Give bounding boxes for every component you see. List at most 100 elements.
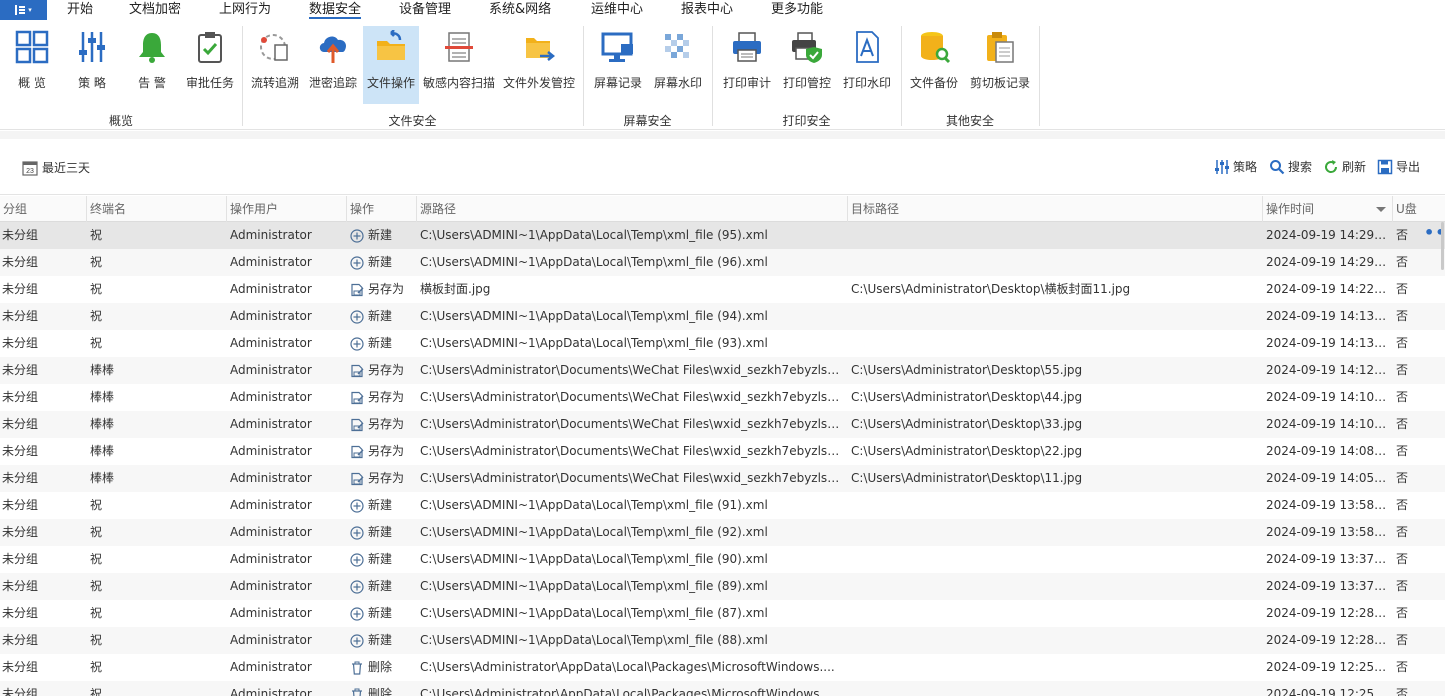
cell-time: 2024-09-19 12:28:50: [1266, 633, 1390, 647]
table-row[interactable]: 未分组 祝 Administrator C:\Users\ADMINI~1\AppDa…: [0, 600, 1445, 627]
cell-user: Administrator: [230, 660, 312, 674]
cell-source-path: C:\Users\ADMINI~1\AppData\Local\Temp\xml…: [420, 606, 768, 620]
table-row[interactable]: 未分组 祝 Administrator C:\Users\ADMINI~1\AppDa…: [0, 222, 1445, 249]
cell-group: 未分组: [2, 471, 39, 485]
cell-operation: 另存为: [350, 276, 414, 303]
column-header-target-path[interactable]: 目标路径: [847, 196, 1262, 222]
sliders-icon: [1215, 159, 1229, 174]
leak-track-button[interactable]: 泄密追踪: [306, 26, 360, 104]
approval-task-button[interactable]: 审批任务: [182, 26, 238, 104]
menu-web-behavior[interactable]: 上网行为: [219, 0, 271, 20]
operation-label: 新建: [368, 498, 393, 512]
cell-user: Administrator: [230, 309, 312, 323]
cell-usb: 否: [1396, 309, 1409, 323]
cell-usb: 否: [1396, 606, 1409, 620]
column-header-time[interactable]: 操作时间: [1262, 196, 1392, 222]
cell-group: 未分组: [2, 282, 39, 296]
date-filter-button[interactable]: 23 最近三天: [22, 159, 90, 176]
operation-label: 新建: [368, 255, 393, 269]
print-audit-button[interactable]: 打印审计: [719, 26, 775, 104]
table-row[interactable]: 未分组 祝 Administrator C:\Users\ADMINI~1\AppDa…: [0, 573, 1445, 600]
menu-system-network[interactable]: 系统&网络: [489, 0, 551, 20]
table-row[interactable]: 未分组 祝 Administrator C:\Users\ADMINI~1\AppDa…: [0, 249, 1445, 276]
column-header-user[interactable]: 操作用户: [226, 196, 346, 222]
trace-button-label: 流转追溯: [250, 76, 299, 90]
table-row[interactable]: 未分组 祝 Administrator C:\Users\ADMINI~1\AppDa…: [0, 330, 1445, 357]
cell-terminal: 祝: [90, 660, 103, 674]
screen-record-button[interactable]: 屏幕记录: [590, 26, 646, 104]
cell-target-path: [851, 546, 1259, 573]
cell-time: 2024-09-19 14:12:01: [1266, 363, 1390, 377]
table-row[interactable]: 未分组 棒棒 Administrator C:\Users\Administrator…: [0, 357, 1445, 384]
table-row[interactable]: 未分组 祝 Administrator C:\Users\ADMINI~1\AppDa…: [0, 492, 1445, 519]
column-header-operation[interactable]: 操作: [346, 196, 416, 222]
cell-target-path: [851, 492, 1259, 519]
table-row[interactable]: 未分组 棒棒 Administrator C:\Users\Administrator…: [0, 465, 1445, 492]
menu-data-security[interactable]: 数据安全: [309, 0, 362, 20]
cell-user: Administrator: [230, 498, 312, 512]
print-watermark-button[interactable]: 打印水印: [839, 26, 895, 104]
table-row[interactable]: 未分组 祝 Administrator C:\Users\Administrator\…: [0, 681, 1445, 696]
operation-label: 另存为: [368, 417, 405, 431]
plus-circle-icon: [350, 633, 364, 648]
clipboard-record-button[interactable]: 剪切板记录: [966, 26, 1034, 104]
plus-circle-icon: [350, 606, 364, 621]
menu-doc-encrypt[interactable]: 文档加密: [129, 0, 181, 20]
file-operation-button[interactable]: 文件操作: [363, 26, 419, 104]
app-menu-button[interactable]: ▾: [0, 0, 47, 20]
refresh-button[interactable]: 刷新: [1323, 158, 1366, 175]
menu-ops-center[interactable]: 运维中心: [591, 0, 643, 20]
table-row[interactable]: 未分组 祝 Administrator C:\Users\ADMINI~1\AppDa…: [0, 519, 1445, 546]
table-row[interactable]: 未分组 棒棒 Administrator C:\Users\Administrator…: [0, 384, 1445, 411]
cell-operation: 新建: [350, 330, 414, 357]
trace-button[interactable]: 流转追溯: [248, 26, 302, 104]
table-row[interactable]: 未分组 祝 Administrator 横板封面.jpg C:\Users\Admini…: [0, 276, 1445, 303]
table-row[interactable]: 未分组 祝 Administrator C:\Users\ADMINI~1\AppDa…: [0, 303, 1445, 330]
column-header-terminal[interactable]: 终端名: [86, 196, 226, 222]
cell-terminal: 祝: [90, 552, 103, 566]
toolbar: 23 最近三天 策略 搜索 刷新 导出: [0, 139, 1445, 195]
screen-watermark-button[interactable]: 屏幕水印: [650, 26, 706, 104]
table-row[interactable]: 未分组 祝 Administrator C:\Users\ADMINI~1\AppDa…: [0, 546, 1445, 573]
policy-action-button[interactable]: 策略: [1214, 158, 1257, 175]
cell-target-path: C:\Users\Administrator\Desktop\44.jpg: [851, 390, 1083, 404]
checker-icon: [665, 34, 689, 58]
menu-report-center[interactable]: 报表中心: [681, 0, 733, 20]
cell-group: 未分组: [2, 525, 39, 539]
printer-shield-icon: [792, 32, 822, 63]
policy-button[interactable]: 策 略: [68, 26, 116, 104]
ribbon: 概 览 策 略 告 警 审批任务 概览 流转追溯 泄密追踪 文件操作 敏感内容扫…: [0, 20, 1445, 130]
column-header-usb[interactable]: U盘: [1392, 196, 1445, 222]
search-label: 搜索: [1288, 160, 1313, 174]
menu-home[interactable]: 开始: [67, 0, 93, 20]
cell-user: Administrator: [230, 525, 312, 539]
plus-circle-icon: [350, 525, 364, 540]
cell-source-path: C:\Users\Administrator\AppData\Local\Pac…: [420, 687, 835, 696]
cell-source-path: C:\Users\ADMINI~1\AppData\Local\Temp\xml…: [420, 498, 768, 512]
table-row[interactable]: 未分组 祝 Administrator C:\Users\ADMINI~1\AppDa…: [0, 627, 1445, 654]
cell-usb: 否: [1396, 363, 1409, 377]
vertical-scrollbar[interactable]: [1441, 222, 1444, 270]
menu-more[interactable]: 更多功能: [771, 0, 823, 20]
search-button[interactable]: 搜索: [1269, 158, 1312, 175]
file-outbound-control-button[interactable]: 文件外发管控: [501, 26, 577, 104]
table-header: 分组 终端名 操作用户 操作 源路径 目标路径 操作时间 U盘: [0, 196, 1445, 222]
table-row[interactable]: 未分组 棒棒 Administrator C:\Users\Administrator…: [0, 411, 1445, 438]
export-button[interactable]: 导出: [1377, 158, 1420, 175]
cell-group: 未分组: [2, 498, 39, 512]
overview-button[interactable]: 概 览: [8, 26, 56, 104]
print-control-button[interactable]: 打印管控: [779, 26, 835, 104]
cell-time: 2024-09-19 14:10:09: [1266, 417, 1390, 431]
file-operation-button-label: 文件操作: [366, 76, 415, 90]
column-header-group[interactable]: 分组: [0, 196, 86, 222]
sensitive-scan-button[interactable]: 敏感内容扫描: [421, 26, 497, 104]
menu-device-manage[interactable]: 设备管理: [399, 0, 451, 20]
cell-source-path: C:\Users\ADMINI~1\AppData\Local\Temp\xml…: [420, 255, 768, 269]
file-backup-button[interactable]: 文件备份: [906, 26, 962, 104]
table-row[interactable]: 未分组 祝 Administrator C:\Users\Administrator\…: [0, 654, 1445, 681]
table-row[interactable]: 未分组 棒棒 Administrator C:\Users\Administrator…: [0, 438, 1445, 465]
cell-terminal: 棒棒: [90, 390, 115, 404]
cell-usb: 否: [1396, 417, 1409, 431]
alert-button[interactable]: 告 警: [128, 26, 176, 104]
column-header-source-path[interactable]: 源路径: [416, 196, 847, 222]
